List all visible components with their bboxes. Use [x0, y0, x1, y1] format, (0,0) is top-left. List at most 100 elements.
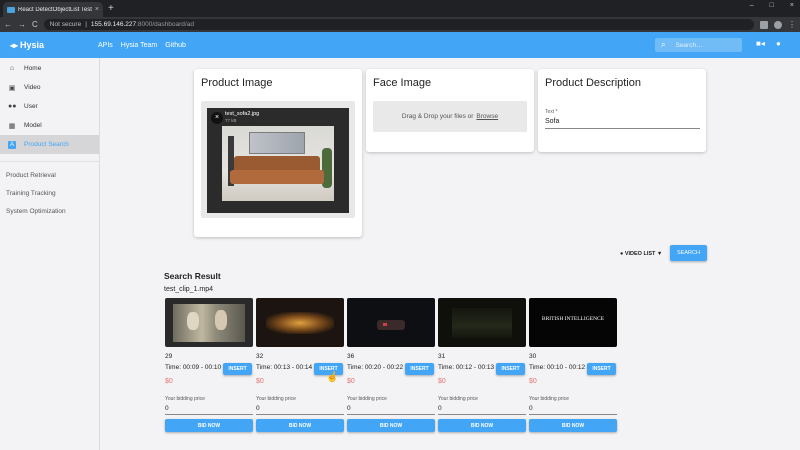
bid-label: Your bidding price — [256, 396, 296, 402]
file-dropzone[interactable]: Drag & Drop your files or Browse — [373, 101, 527, 132]
video-thumbnail[interactable]: BRITISH INTELLIGENCE — [529, 298, 617, 347]
video-list-dropdown[interactable]: ● VIDEO LIST ▼ — [620, 251, 662, 257]
logo-text: Hysia — [20, 40, 45, 50]
tab-close-icon[interactable]: × — [95, 6, 99, 13]
bid-label: Your bidding price — [438, 396, 478, 402]
search-button[interactable]: SEARCH — [670, 245, 707, 261]
bid-label: Your bidding price — [165, 396, 205, 402]
result-time: Time: 00:12 - 00:13 — [438, 364, 495, 371]
description-input[interactable]: Sofa — [545, 118, 700, 129]
card-title: Product Description — [545, 77, 641, 89]
insert-button[interactable]: INSERT — [405, 363, 434, 375]
browse-link[interactable]: Browse — [476, 113, 498, 120]
home-icon: ⌂ — [9, 65, 15, 72]
result-time: Time: 00:20 - 00:22 — [347, 364, 404, 371]
sidebar-link-system-optimization[interactable]: System Optimization — [0, 202, 99, 220]
profile-icon[interactable] — [774, 20, 782, 29]
sidebar-item-label: Model — [24, 122, 42, 129]
insert-button[interactable]: INSERT — [223, 363, 252, 375]
people-icon: ●● — [8, 103, 17, 110]
clip-name: test_clip_1.mp4 — [164, 286, 214, 293]
minimize-icon[interactable]: – — [750, 2, 754, 9]
bid-now-button[interactable]: BID NOW — [529, 419, 617, 432]
sidebar-link-training-tracking[interactable]: Training Tracking — [0, 184, 99, 202]
reload-icon[interactable]: C — [32, 20, 38, 29]
bid-input[interactable]: 0 — [438, 405, 526, 415]
video-thumbnail[interactable] — [438, 298, 526, 347]
url-field[interactable]: Not secure | 155.69.146.227:8000/dashboa… — [43, 19, 754, 30]
tab-title: React DetectObjectList Test — [18, 6, 92, 13]
bid-input[interactable]: 0 — [347, 405, 435, 415]
result-count: 36 — [347, 353, 355, 360]
file-size: 77 kB — [225, 118, 237, 123]
header-search[interactable]: ⌕ Search… — [655, 38, 742, 52]
bid-now-button[interactable]: BID NOW — [438, 419, 526, 432]
sidebar-item-home[interactable]: ⌂ Home — [0, 59, 99, 78]
product-search-icon: A — [8, 140, 16, 149]
image-preview: × test_sofa2.jpg 77 kB — [207, 108, 349, 213]
sidebar-item-label: Product Search — [24, 141, 69, 148]
forward-icon[interactable]: → — [18, 20, 26, 29]
browser-tab-strip: React DetectObjectList Test × + – □ × — [0, 0, 800, 17]
search-result-title: Search Result — [164, 271, 221, 281]
bid-input[interactable]: 0 — [529, 405, 617, 415]
sidebar-link-product-retrieval[interactable]: Product Retrieval — [0, 166, 99, 184]
sidebar-item-video[interactable]: ▣ Video — [0, 78, 99, 97]
bid-now-button[interactable]: BID NOW — [256, 419, 344, 432]
result-price: $0 — [165, 378, 173, 385]
thumbnail-caption: BRITISH INTELLIGENCE — [541, 316, 605, 322]
close-window-icon[interactable]: × — [790, 2, 794, 9]
video-thumbnail[interactable] — [165, 298, 253, 347]
not-secure-label: Not secure — [49, 21, 82, 28]
search-icon: ⌕ — [661, 40, 666, 49]
result-price: $0 — [438, 378, 446, 385]
sidebar-item-user[interactable]: ●● User — [0, 97, 99, 116]
browser-tab[interactable]: React DetectObjectList Test × — [3, 2, 103, 17]
video-thumbnail[interactable] — [256, 298, 344, 347]
result-time: Time: 00:10 - 00:12 — [529, 364, 586, 371]
nav-link-github[interactable]: Github — [165, 42, 186, 49]
bid-input[interactable]: 0 — [256, 405, 344, 415]
logo[interactable]: ◂▸ Hysia — [10, 40, 98, 50]
bid-now-button[interactable]: BID NOW — [347, 419, 435, 432]
card-title: Product Image — [201, 77, 273, 89]
result-count: 30 — [529, 353, 537, 360]
file-name: test_sofa2.jpg — [225, 111, 260, 117]
search-input[interactable]: Search… — [675, 42, 702, 49]
videocam-icon[interactable]: ■◂ — [756, 39, 765, 48]
result-price: $0 — [529, 378, 537, 385]
face-image-card: Face Image Drag & Drop your files or Bro… — [366, 69, 534, 152]
url-host: 155.69.146.227 — [90, 21, 137, 28]
hand-cursor-icon: ☝ — [326, 372, 339, 383]
nav-link-team[interactable]: Hysia Team — [121, 42, 157, 49]
nav-link-apis[interactable]: APIs — [98, 42, 113, 49]
sidebar-item-model[interactable]: ▦ Model — [0, 116, 99, 135]
new-tab-icon[interactable]: + — [108, 3, 114, 14]
insert-button[interactable]: INSERT — [496, 363, 525, 375]
insert-button[interactable]: INSERT — [587, 363, 616, 375]
product-description-card: Product Description Text * Sofa — [538, 69, 706, 152]
sidebar-item-product-search[interactable]: A Product Search — [0, 135, 99, 154]
logo-mark-icon: ◂▸ — [10, 40, 19, 50]
result-time: Time: 00:13 - 00:14 — [256, 364, 313, 371]
result-count: 32 — [256, 353, 264, 360]
url-separator: | — [85, 21, 87, 28]
menu-icon[interactable]: ⋮ — [788, 20, 796, 29]
result-count: 29 — [165, 353, 173, 360]
bid-input[interactable]: 0 — [165, 405, 253, 415]
sofa-photo — [222, 126, 334, 201]
text-field-label: Text * — [545, 109, 558, 115]
sidebar-item-label: Home — [24, 65, 42, 72]
window-controls: – □ × — [750, 2, 794, 9]
sidebar-item-label: User — [24, 103, 38, 110]
top-nav: APIs Hysia Team Github — [98, 42, 186, 49]
back-icon[interactable]: ← — [4, 20, 12, 29]
remove-image-button[interactable]: × — [211, 112, 223, 124]
video-thumbnail[interactable] — [347, 298, 435, 347]
bid-now-button[interactable]: BID NOW — [165, 419, 253, 432]
account-icon[interactable]: ● — [776, 39, 781, 48]
tab-favicon-icon — [7, 6, 15, 13]
maximize-icon[interactable]: □ — [770, 2, 774, 9]
extension-icon[interactable] — [760, 20, 768, 29]
sidebar-item-label: Video — [24, 84, 41, 91]
